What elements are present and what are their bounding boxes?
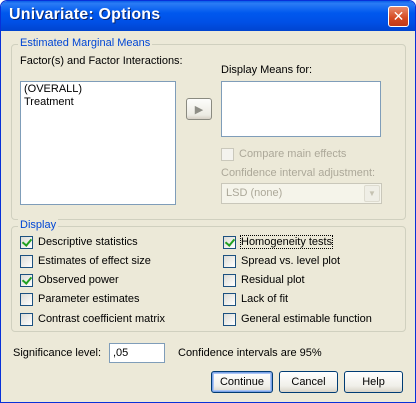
list-item[interactable]: Treatment	[24, 96, 74, 108]
checkbox-label: General estimable function	[241, 313, 372, 325]
factors-listbox[interactable]: (OVERALL) Treatment	[20, 81, 176, 205]
move-to-display-means-button[interactable]: ▶	[186, 98, 212, 120]
checkbox-box[interactable]	[223, 254, 236, 268]
display-means-label: Display Means for:	[221, 64, 313, 76]
checkbox-label: Lack of fit	[241, 293, 289, 305]
cancel-button[interactable]: Cancel	[279, 371, 338, 393]
checkbox-label: Homogeneity tests	[239, 235, 334, 249]
descriptive-statistics-checkbox[interactable]: Descriptive statistics	[20, 234, 138, 250]
significance-level-input[interactable]: ,05	[109, 343, 165, 363]
checkbox-label: Contrast coefficient matrix	[38, 313, 165, 325]
display-group-legend: Display	[18, 219, 59, 231]
compare-main-effects-label: Compare main effects	[239, 148, 347, 160]
cancel-button-label: Cancel	[291, 376, 326, 388]
checkbox-label: Estimates of effect size	[38, 255, 151, 267]
checkbox-label: Descriptive statistics	[38, 236, 138, 248]
ci-adjustment-value: LSD (none)	[226, 187, 283, 199]
checkbox-box[interactable]	[223, 312, 236, 326]
checkbox-box[interactable]	[20, 312, 33, 326]
display-means-listbox[interactable]	[221, 81, 381, 137]
significance-label: Significance level:	[13, 347, 102, 359]
general-estimable-function-checkbox[interactable]: General estimable function	[223, 311, 372, 327]
checkbox-box[interactable]	[20, 273, 33, 287]
residual-plot-checkbox[interactable]: Residual plot	[223, 272, 305, 288]
right-arrow-icon: ▶	[194, 103, 204, 116]
checkbox-box[interactable]	[20, 292, 33, 306]
homogeneity-tests-checkbox[interactable]: Homogeneity tests	[223, 234, 334, 250]
help-button[interactable]: Help	[344, 371, 403, 393]
lack-of-fit-checkbox[interactable]: Lack of fit	[223, 291, 288, 307]
observed-power-checkbox[interactable]: Observed power	[20, 272, 119, 288]
continue-button[interactable]: Continue	[211, 371, 273, 393]
checkbox-label: Spread vs. level plot	[241, 255, 341, 267]
effect-size-checkbox[interactable]: Estimates of effect size	[20, 253, 151, 269]
checkbox-label: Parameter estimates	[38, 293, 140, 305]
checkbox-box[interactable]	[221, 147, 234, 161]
close-icon: ✕	[392, 8, 405, 25]
contrast-matrix-checkbox[interactable]: Contrast coefficient matrix	[20, 311, 165, 327]
checkbox-box[interactable]	[20, 254, 33, 268]
compare-main-effects-checkbox[interactable]: Compare main effects	[221, 146, 346, 162]
emm-group-legend: Estimated Marginal Means	[18, 37, 153, 49]
display-group: Display Descriptive statistics Estimates…	[11, 219, 406, 332]
help-button-label: Help	[362, 376, 385, 388]
options-dialog: Univariate: Options ✕ Estimated Marginal…	[0, 0, 416, 403]
checkbox-box[interactable]	[223, 273, 236, 287]
list-item[interactable]: (OVERALL)	[24, 83, 82, 95]
chevron-down-icon[interactable]: ▼	[364, 185, 380, 202]
significance-level-value: ,05	[113, 347, 129, 359]
dialog-body: Estimated Marginal Means Factor(s) and F…	[4, 31, 412, 400]
close-button[interactable]: ✕	[388, 6, 409, 27]
window-title: Univariate: Options	[9, 6, 161, 23]
continue-button-label: Continue	[219, 376, 265, 388]
emm-group: Estimated Marginal Means Factor(s) and F…	[11, 37, 406, 220]
checkbox-box[interactable]	[223, 235, 236, 249]
checkbox-label: Residual plot	[241, 274, 305, 286]
ci-adjustment-select[interactable]: LSD (none) ▼	[221, 183, 382, 204]
checkbox-box[interactable]	[223, 292, 236, 306]
title-bar[interactable]: Univariate: Options ✕	[1, 1, 415, 31]
spread-vs-level-checkbox[interactable]: Spread vs. level plot	[223, 253, 340, 269]
checkbox-box[interactable]	[20, 235, 33, 249]
parameter-estimates-checkbox[interactable]: Parameter estimates	[20, 291, 139, 307]
confidence-interval-note: Confidence intervals are 95%	[178, 347, 322, 359]
ci-adjustment-label: Confidence interval adjustment:	[221, 167, 376, 179]
checkbox-label: Observed power	[38, 274, 119, 286]
factors-label: Factor(s) and Factor Interactions:	[20, 55, 183, 67]
